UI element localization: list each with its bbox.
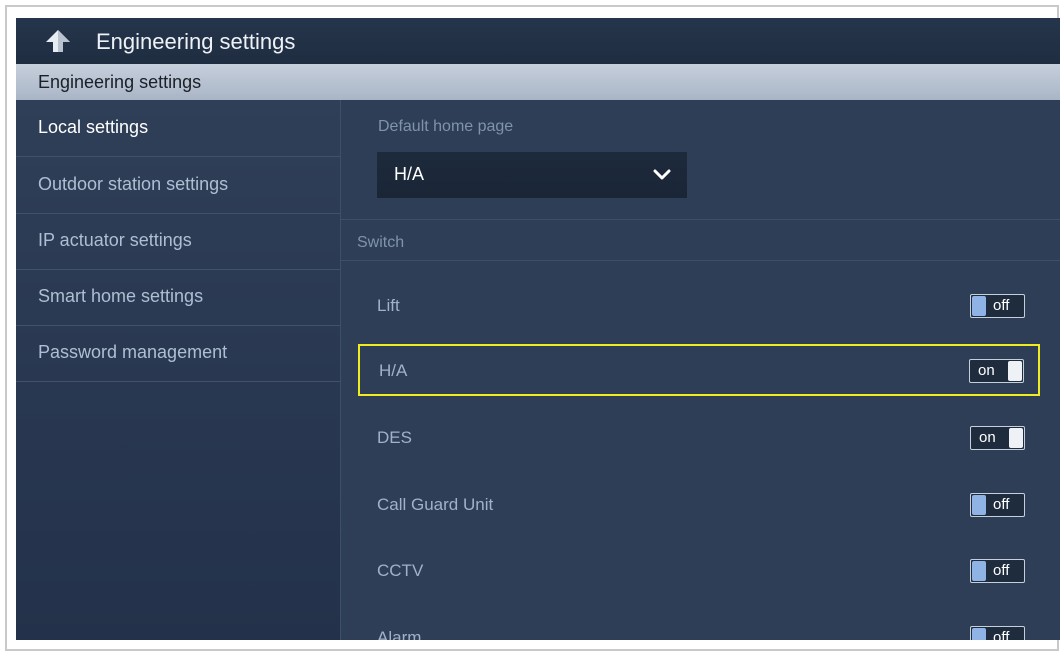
switch-row-alarm: Alarm off [377,618,1025,640]
switch-label: Call Guard Unit [377,495,494,514]
toggle-knob [1008,361,1022,381]
sidebar-item-label: Outdoor station settings [38,174,229,194]
sidebar-item-label: Password management [38,342,228,362]
switch-label: CCTV [377,561,424,580]
default-home-page-select[interactable]: H/A [377,152,687,198]
toggle-state: off [993,496,1010,513]
switch-label: Alarm [377,628,422,640]
switch-label: H/A [379,361,408,380]
sidebar-item-label: Smart home settings [38,286,204,306]
ha-toggle[interactable]: on [969,359,1024,383]
sidebar-item-local-settings[interactable]: Local settings [16,100,340,157]
sidebar-item-password-management[interactable]: Password management [16,325,340,382]
lift-toggle[interactable]: off [970,294,1025,318]
default-home-page-value: H/A [394,164,425,184]
switch-label: Lift [377,296,400,315]
alarm-toggle[interactable]: off [970,626,1025,640]
des-toggle[interactable]: on [970,426,1025,450]
switch-row-call-guard-unit: Call Guard Unit off [377,485,1025,525]
call-guard-unit-toggle[interactable]: off [970,493,1025,517]
page-title: Engineering settings [96,29,296,54]
app-screen: Engineering settings Engineering setting… [16,18,1060,640]
section-header: Engineering settings [16,64,1060,100]
toggle-state: off [993,562,1010,579]
sidebar-item-label: Local settings [38,117,149,137]
toggle-knob [972,296,986,316]
switch-row-cctv: CCTV off [377,551,1025,591]
toggle-knob [972,561,986,581]
switch-label: DES [377,428,412,447]
sidebar: Local settings Outdoor station settings … [16,100,341,640]
back-arrow-icon[interactable] [44,28,72,54]
toggle-knob [1009,428,1023,448]
section-title: Engineering settings [38,72,202,92]
toggle-knob [972,628,986,640]
switch-row-lift: Lift off [377,286,1025,326]
cctv-toggle[interactable]: off [970,559,1025,583]
toggle-state: off [993,297,1010,314]
divider [341,219,1060,220]
default-home-page-label: Default home page [378,118,514,135]
switch-section-header: Switch [357,234,405,251]
toggle-state: on [978,362,995,379]
toggle-state: on [979,429,996,446]
sidebar-item-outdoor-station-settings[interactable]: Outdoor station settings [16,157,340,214]
toggle-state: off [993,629,1010,640]
divider [341,260,1060,261]
switch-row-ha-highlighted: H/A on [358,344,1040,396]
sidebar-item-ip-actuator-settings[interactable]: IP actuator settings [16,213,340,270]
toggle-knob [972,495,986,515]
switch-row-des: DES on [377,418,1025,458]
title-bar: Engineering settings [16,18,1060,64]
sidebar-item-smart-home-settings[interactable]: Smart home settings [16,269,340,326]
sidebar-item-label: IP actuator settings [38,230,192,250]
chevron-down-icon [653,169,671,180]
settings-content: Default home page H/A Switch Lift off H/… [341,100,1060,640]
